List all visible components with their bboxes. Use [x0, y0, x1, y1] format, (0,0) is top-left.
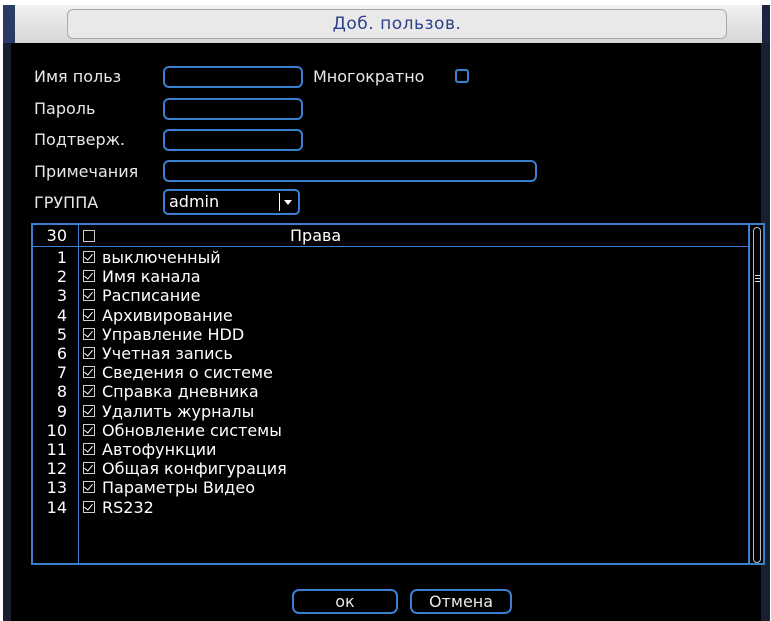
right-checkbox[interactable]	[83, 251, 95, 263]
rights-row[interactable]: 9 Удалить журналы	[33, 402, 749, 421]
rights-list-header: 30 Права	[33, 226, 749, 246]
row-number: 12	[46, 459, 67, 479]
group-select[interactable]: admin	[163, 189, 300, 215]
rights-column-header: Права	[290, 226, 342, 245]
row-number: 10	[46, 420, 67, 440]
group-label: ГРУППА	[34, 193, 99, 212]
scrollbar-divider	[748, 225, 750, 563]
row-number: 6	[56, 344, 67, 363]
password-field[interactable]	[163, 98, 303, 120]
username-label: Имя польз	[34, 67, 122, 86]
right-label: Архивирование	[102, 305, 233, 325]
title-box: Доб. пользов.	[67, 9, 727, 39]
right-checkbox[interactable]	[83, 462, 95, 475]
right-label: Обновление системы	[102, 420, 282, 440]
confirm-password-field[interactable]	[163, 129, 303, 151]
multiple-login-label: Многократно	[313, 67, 425, 86]
notes-field[interactable]	[163, 160, 537, 182]
row-number: 7	[56, 363, 67, 383]
title-bar-left-cap	[3, 5, 15, 43]
dialog-title: Доб. пользов.	[332, 14, 462, 34]
rights-row[interactable]: 12 Общая конфигурация	[33, 459, 749, 478]
row-number: 3	[56, 286, 67, 306]
right-checkbox[interactable]	[83, 500, 95, 513]
right-checkbox[interactable]	[83, 423, 95, 436]
right-checkbox[interactable]	[83, 366, 95, 379]
row-number: 11	[46, 440, 67, 459]
title-bar-right-cap	[762, 5, 770, 43]
rights-row[interactable]: 4 Архивирование	[33, 306, 749, 325]
title-bar: Доб. пользов.	[3, 5, 770, 43]
scrollbar-thumb[interactable]	[753, 227, 761, 563]
dialog-left-frame	[3, 43, 11, 621]
right-checkbox[interactable]	[83, 270, 95, 283]
right-checkbox[interactable]	[83, 404, 95, 417]
password-label: Пароль	[34, 99, 96, 118]
rights-row[interactable]: 5 Управление HDD	[33, 325, 749, 344]
row-number: 1	[56, 248, 67, 267]
row-number: 8	[56, 382, 67, 402]
scroll-grip-line	[755, 278, 760, 279]
right-label: Общая конфигурация	[102, 459, 287, 479]
rights-row[interactable]: 2 Имя канала	[33, 267, 749, 286]
right-checkbox[interactable]	[83, 443, 95, 455]
rights-row[interactable]: 13 Параметры Видео	[33, 478, 749, 497]
right-label: Параметры Видео	[102, 478, 255, 498]
row-number: 2	[56, 267, 67, 287]
right-label: Автофункции	[102, 440, 217, 459]
chevron-down-icon[interactable]	[279, 193, 296, 211]
rights-count: 30	[46, 226, 67, 245]
rights-row[interactable]: 10 Обновление системы	[33, 421, 749, 440]
right-checkbox[interactable]	[83, 347, 95, 359]
rights-row[interactable]: 6 Учетная запись	[33, 344, 749, 363]
row-number: 14	[46, 497, 67, 517]
multiple-login-checkbox[interactable]	[455, 69, 469, 83]
right-label: Расписание	[102, 286, 201, 306]
notes-label: Примечания	[34, 162, 139, 181]
right-label: Управление HDD	[102, 324, 245, 344]
right-label: Учетная запись	[102, 344, 233, 363]
row-number: 9	[56, 401, 67, 421]
right-checkbox[interactable]	[83, 327, 95, 340]
rights-row[interactable]: 3 Расписание	[33, 286, 749, 305]
group-selected-value: admin	[169, 192, 220, 211]
select-all-checkbox[interactable]	[83, 230, 95, 242]
scroll-grip-line	[755, 275, 760, 276]
right-label: Имя канала	[102, 267, 201, 287]
row-number: 4	[56, 305, 67, 325]
scroll-grip-line	[755, 281, 760, 282]
rights-row[interactable]: 7 Сведения о системе	[33, 363, 749, 382]
row-number: 13	[46, 478, 67, 498]
ok-button[interactable]: ок	[292, 589, 398, 614]
right-label: Удалить журналы	[102, 401, 255, 421]
header-divider	[33, 246, 749, 247]
username-field[interactable]	[163, 66, 303, 88]
right-label: выключенный	[102, 248, 221, 267]
rights-row[interactable]: 1 выключенный	[33, 248, 749, 267]
rights-list[interactable]: 30 Права 1 выключенный 2 Имя канала 3 Расписа…	[31, 223, 765, 565]
right-label: RS232	[102, 497, 154, 517]
rights-row[interactable]: 11 Автофункции	[33, 440, 749, 459]
row-number: 5	[56, 324, 67, 344]
right-checkbox[interactable]	[83, 308, 95, 321]
confirm-password-label: Подтверж.	[34, 130, 126, 149]
rights-row[interactable]: 14 RS232	[33, 498, 749, 517]
right-checkbox[interactable]	[83, 385, 95, 398]
cancel-button[interactable]: Отмена	[410, 589, 512, 614]
rights-row[interactable]: 8 Справка дневника	[33, 382, 749, 401]
right-checkbox[interactable]	[83, 481, 95, 494]
right-label: Справка дневника	[102, 382, 259, 402]
right-label: Сведения о системе	[102, 363, 273, 383]
right-checkbox[interactable]	[83, 289, 95, 302]
